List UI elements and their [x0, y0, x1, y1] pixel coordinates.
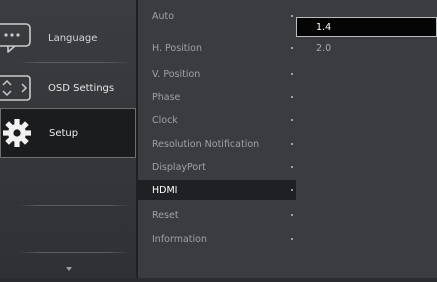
- menu-item-resolution-notification[interactable]: Resolution Notification: [138, 134, 296, 154]
- sidebar-item-label: OSD Settings: [48, 82, 115, 94]
- scroll-down-arrow-icon[interactable]: [66, 267, 72, 271]
- bullet-icon: [291, 143, 293, 145]
- sidebar-item-osd-settings[interactable]: OSD Settings: [0, 64, 136, 112]
- bullet-icon: [291, 47, 293, 49]
- bullet-icon: [291, 96, 293, 98]
- menu-item-phase[interactable]: Phase: [138, 87, 296, 107]
- option-label: 2.0: [316, 42, 332, 54]
- osd-menu: Language OSD Settings Setup Auto H. Posi…: [0, 0, 437, 282]
- menu-item-auto[interactable]: Auto: [138, 6, 296, 26]
- option-label: 1.4: [316, 21, 332, 33]
- bottom-border: [0, 278, 437, 282]
- menu-item-clock[interactable]: Clock: [138, 110, 296, 130]
- sidebar-divider: [18, 205, 130, 206]
- menu-item-label: Reset: [152, 209, 179, 221]
- option-hdmi-1-4[interactable]: 1.4: [296, 17, 437, 37]
- setup-submenu: Auto H. Position V. Position Phase Clock…: [138, 0, 296, 282]
- menu-item-information[interactable]: Information: [138, 229, 296, 249]
- sidebar-item-language[interactable]: Language: [0, 14, 136, 62]
- bullet-icon: [291, 189, 293, 191]
- sidebar-item-setup[interactable]: Setup: [0, 108, 136, 158]
- bullet-icon: [291, 119, 293, 121]
- menu-item-label: DisplayPort: [152, 161, 206, 173]
- menu-item-label: Auto: [152, 10, 175, 22]
- bullet-icon: [291, 166, 293, 168]
- menu-item-label: Information: [152, 233, 207, 245]
- bullet-icon: [291, 73, 293, 75]
- sidebar-item-label: Language: [48, 32, 98, 44]
- bullet-icon: [291, 15, 293, 17]
- menu-item-label: HDMI: [152, 184, 178, 196]
- language-icon: [0, 14, 40, 62]
- menu-item-reset[interactable]: Reset: [138, 205, 296, 225]
- menu-item-v-position[interactable]: V. Position: [138, 64, 296, 84]
- menu-item-displayport[interactable]: DisplayPort: [138, 157, 296, 177]
- menu-item-label: H. Position: [152, 42, 203, 54]
- setup-gear-icon: [1, 109, 41, 157]
- menu-item-label: Resolution Notification: [152, 138, 260, 150]
- osd-sidebar: Language OSD Settings Setup: [0, 0, 136, 282]
- menu-item-hdmi[interactable]: HDMI: [138, 180, 296, 200]
- sidebar-item-label: Setup: [49, 127, 79, 139]
- menu-item-label: V. Position: [152, 68, 201, 80]
- hdmi-options: 1.4 2.0: [296, 0, 437, 282]
- osd-settings-icon: [0, 64, 40, 112]
- sidebar-divider: [18, 62, 130, 63]
- menu-item-label: Phase: [152, 91, 181, 103]
- bullet-icon: [291, 214, 293, 216]
- option-hdmi-2-0[interactable]: 2.0: [296, 38, 437, 58]
- menu-item-label: Clock: [152, 114, 178, 126]
- sidebar-divider: [18, 252, 130, 253]
- menu-item-h-position[interactable]: H. Position: [138, 38, 296, 58]
- bullet-icon: [291, 238, 293, 240]
